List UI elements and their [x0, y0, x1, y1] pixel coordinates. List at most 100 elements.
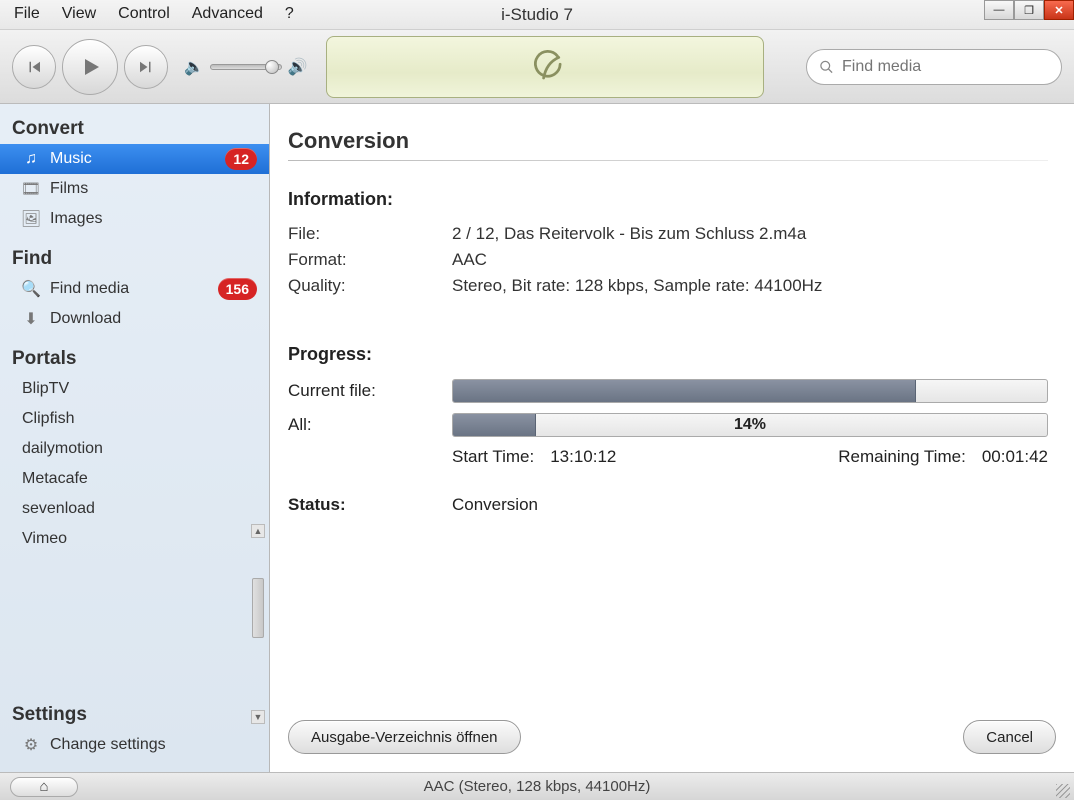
sidebar-item-films[interactable]: 🎞 Films: [0, 174, 269, 204]
progress-heading: Progress:: [288, 344, 1048, 365]
play-button[interactable]: [62, 39, 118, 95]
menu-help[interactable]: ?: [285, 5, 294, 23]
skip-back-icon: [25, 58, 43, 76]
cancel-button[interactable]: Cancel: [963, 720, 1056, 754]
content-pane: Conversion Information: File: 2 / 12, Da…: [270, 104, 1074, 772]
close-button[interactable]: [1044, 0, 1074, 20]
start-time-value: 13:10:12: [550, 447, 616, 467]
sidebar-item-label: Music: [50, 150, 92, 168]
previous-button[interactable]: [12, 45, 56, 89]
start-time-label: Start Time:: [452, 447, 534, 467]
open-output-dir-button[interactable]: Ausgabe-Verzeichnis öffnen: [288, 720, 521, 754]
progress-section: Progress: Current file: All: 14% Start T…: [288, 344, 1048, 467]
remaining-time-label: Remaining Time:: [838, 447, 966, 467]
scroll-thumb[interactable]: [252, 578, 264, 638]
badge-count: 12: [225, 148, 257, 170]
divider: [288, 160, 1048, 161]
music-icon: ♫: [22, 150, 40, 168]
volume-slider-thumb[interactable]: [265, 60, 279, 74]
sidebar-item-vimeo[interactable]: Vimeo: [0, 524, 269, 554]
menu-advanced[interactable]: Advanced: [192, 5, 263, 23]
sidebar-item-music[interactable]: ♫ Music 12: [0, 144, 269, 174]
download-icon: ⬇: [22, 310, 40, 328]
menu-control[interactable]: Control: [118, 5, 170, 23]
volume-control[interactable]: 🔈 🔊: [184, 57, 308, 77]
info-row-format: Format: AAC: [288, 250, 1048, 270]
sidebar-item-label: dailymotion: [22, 440, 103, 458]
sidebar-section-portals: Portals: [0, 334, 269, 374]
sidebar-item-label: Download: [50, 310, 121, 328]
sidebar-section-find: Find: [0, 234, 269, 274]
sidebar-item-label: Images: [50, 210, 102, 228]
progress-fill: [453, 380, 916, 402]
sidebar-item-metacafe[interactable]: Metacafe: [0, 464, 269, 494]
status-label: Status:: [288, 495, 452, 515]
search-box[interactable]: [806, 49, 1062, 85]
sidebar-scrollbar[interactable]: ▲ ▼: [251, 524, 265, 724]
minimize-button[interactable]: [984, 0, 1014, 20]
menu-bar: File View Control Advanced ?: [0, 0, 1074, 28]
progress-bar-current: [452, 379, 1048, 403]
sidebar-item-label: Metacafe: [22, 470, 88, 488]
info-value: AAC: [452, 250, 487, 270]
sidebar-item-download[interactable]: ⬇ Download: [0, 304, 269, 334]
status-value: Conversion: [452, 495, 538, 515]
status-bar-text: AAC (Stereo, 128 kbps, 44100Hz): [0, 778, 1074, 795]
app-logo-icon: [523, 49, 567, 85]
scroll-down-icon[interactable]: ▼: [251, 710, 265, 724]
resize-grip[interactable]: [1056, 784, 1070, 798]
info-value: Stereo, Bit rate: 128 kbps, Sample rate:…: [452, 276, 822, 296]
progress-row-current: Current file:: [288, 379, 1048, 403]
badge-count: 156: [218, 278, 257, 300]
sidebar-item-bliptv[interactable]: BlipTV: [0, 374, 269, 404]
sidebar-item-sevenload[interactable]: sevenload: [0, 494, 269, 524]
progress-percent-label: 14%: [453, 414, 1047, 436]
sidebar-item-label: Films: [50, 180, 88, 198]
search-input[interactable]: [842, 58, 1049, 76]
now-playing-display: [326, 36, 764, 98]
search-icon: [819, 58, 834, 76]
next-button[interactable]: [124, 45, 168, 89]
status-row: Status: Conversion: [288, 495, 1048, 515]
sidebar-item-label: Find media: [50, 280, 129, 298]
progress-label: All:: [288, 415, 452, 435]
menu-view[interactable]: View: [62, 5, 96, 23]
status-bar: ⌂ AAC (Stereo, 128 kbps, 44100Hz): [0, 772, 1074, 800]
sidebar-item-label: Clipfish: [22, 410, 74, 428]
info-row-file: File: 2 / 12, Das Reitervolk - Bis zum S…: [288, 224, 1048, 244]
info-row-quality: Quality: Stereo, Bit rate: 128 kbps, Sam…: [288, 276, 1048, 296]
sidebar-item-label: BlipTV: [22, 380, 69, 398]
sidebar-item-dailymotion[interactable]: dailymotion: [0, 434, 269, 464]
gear-icon: ⚙: [22, 736, 40, 754]
info-label: File:: [288, 224, 452, 244]
sidebar: Convert ♫ Music 12 🎞 Films 🖼 Images Find…: [0, 104, 270, 772]
speaker-high-icon: 🔊: [288, 57, 308, 77]
info-label: Quality:: [288, 276, 452, 296]
progress-bar-all: 14%: [452, 413, 1048, 437]
maximize-button[interactable]: [1014, 0, 1044, 20]
sidebar-section-convert: Convert: [0, 104, 269, 144]
toolbar: 🔈 🔊: [0, 30, 1074, 104]
sidebar-item-change-settings[interactable]: ⚙ Change settings: [0, 730, 269, 760]
main-area: Convert ♫ Music 12 🎞 Films 🖼 Images Find…: [0, 104, 1074, 772]
play-icon: [78, 55, 102, 79]
portals-list: BlipTV Clipfish dailymotion Metacafe sev…: [0, 374, 269, 554]
page-title: Conversion: [288, 128, 1048, 154]
volume-slider-track[interactable]: [210, 64, 282, 70]
progress-label: Current file:: [288, 381, 452, 401]
sidebar-item-images[interactable]: 🖼 Images: [0, 204, 269, 234]
film-icon: 🎞: [22, 180, 40, 198]
remaining-time-value: 00:01:42: [982, 447, 1048, 467]
speaker-low-icon: 🔈: [184, 57, 204, 77]
playback-controls: [12, 39, 168, 95]
search-icon: 🔍: [22, 280, 40, 298]
image-icon: 🖼: [22, 210, 40, 228]
sidebar-item-label: sevenload: [22, 500, 95, 518]
progress-times: Start Time: 13:10:12 Remaining Time: 00:…: [452, 447, 1048, 467]
menu-file[interactable]: File: [14, 5, 40, 23]
scroll-up-icon[interactable]: ▲: [251, 524, 265, 538]
sidebar-item-clipfish[interactable]: Clipfish: [0, 404, 269, 434]
progress-row-all: All: 14%: [288, 413, 1048, 437]
title-bar: File View Control Advanced ? i-Studio 7: [0, 0, 1074, 30]
sidebar-item-find-media[interactable]: 🔍 Find media 156: [0, 274, 269, 304]
